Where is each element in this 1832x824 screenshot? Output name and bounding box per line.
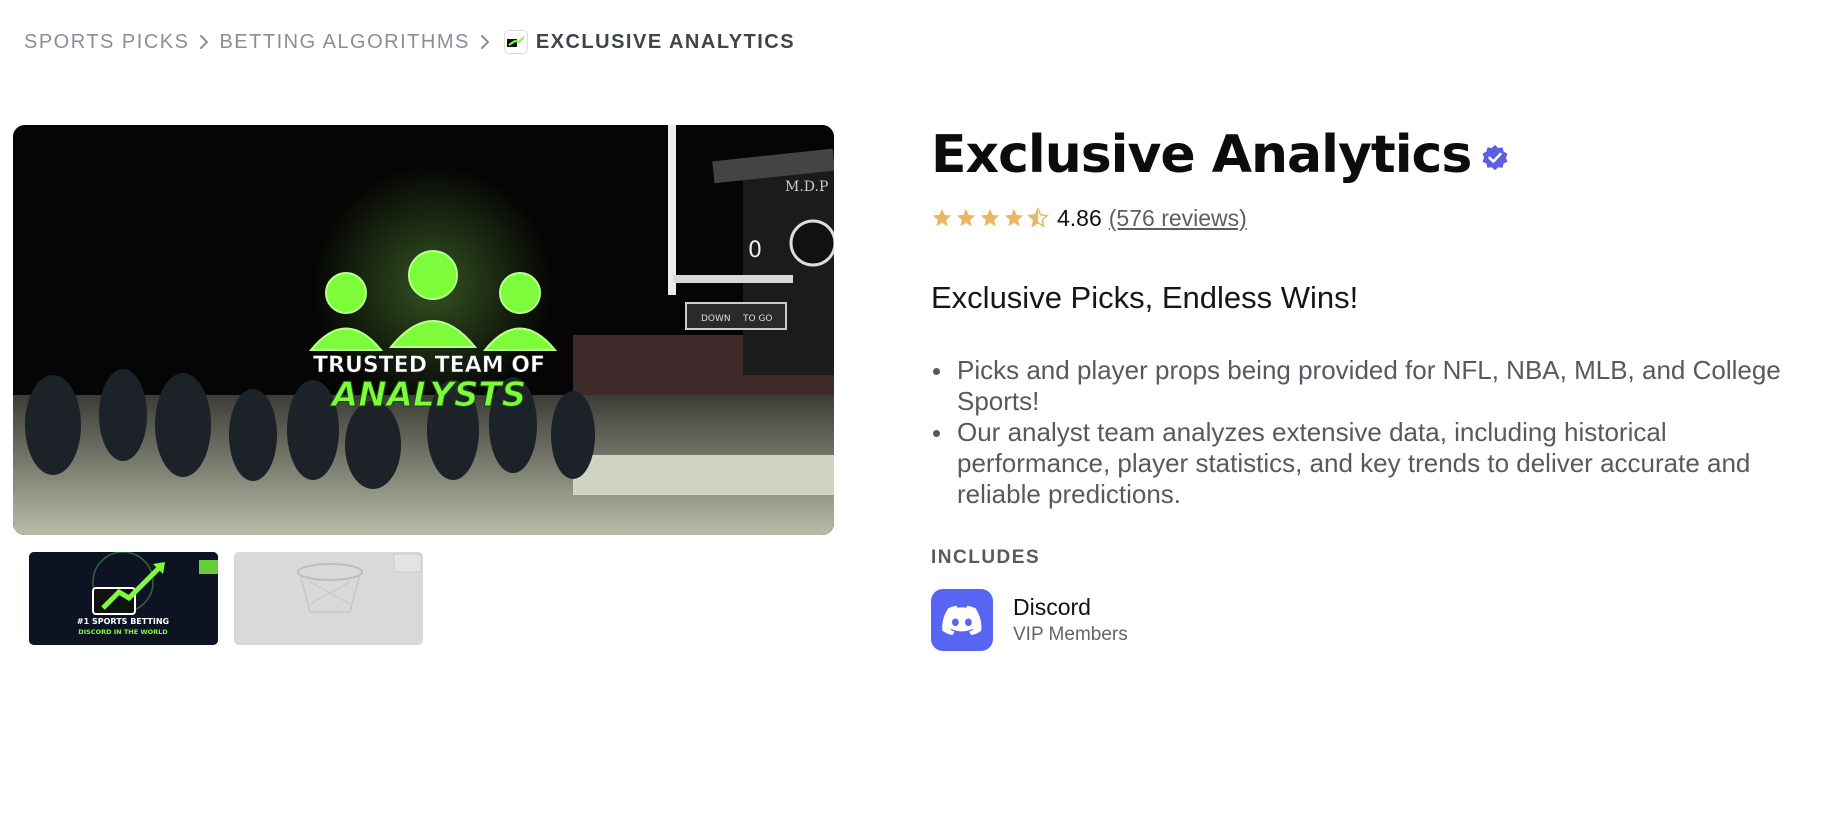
breadcrumb-betting-algorithms[interactable]: BETTING ALGORITHMS — [219, 31, 469, 54]
thumbnail-2[interactable] — [234, 552, 423, 645]
chevron-right-icon — [189, 34, 219, 50]
include-name: Discord — [1013, 594, 1091, 620]
product-tagline: Exclusive Picks, Endless Wins! — [931, 280, 1359, 315]
hero-headline-2: ANALYSTS — [329, 375, 526, 415]
discord-icon — [931, 589, 993, 651]
include-text: Discord VIP Members — [1013, 594, 1128, 646]
feature-item: Our analyst team analyzes extensive data… — [931, 417, 1791, 510]
star-rating — [931, 207, 1049, 229]
chevron-right-icon — [470, 34, 500, 50]
breadcrumb-sports-picks[interactable]: SPORTS PICKS — [24, 31, 189, 54]
thumbnail-line-2: DISCORD IN THE WORLD — [78, 628, 168, 636]
hero-image: DOWN TO GO M.D.P 0 TRUSTED TEAM OF ANALY… — [13, 125, 834, 535]
scoreboard-down: DOWN — [701, 314, 731, 324]
thumbnail-basketball-image — [234, 552, 423, 645]
star-icon — [980, 208, 1000, 227]
thumbnail-line-1: #1 SPORTS BETTING — [77, 617, 169, 626]
star-icon — [1004, 208, 1024, 227]
star-icon — [932, 208, 952, 227]
product-title: Exclusive Analytics — [931, 125, 1472, 185]
scoreboard-zero: 0 — [748, 238, 762, 263]
thumbnail-strip: #1 SPORTS BETTING DISCORD IN THE WORLD — [29, 552, 423, 645]
breadcrumb-current: EXCLUSIVE ANALYTICS — [535, 30, 796, 53]
rating-score: 4.86 — [1057, 204, 1102, 231]
include-subtitle: VIP Members — [1013, 624, 1128, 645]
breadcrumb: SPORTS PICKS BETTING ALGORITHMS EXCLUSIV… — [24, 28, 795, 56]
scoreboard-title: M.D.P — [785, 179, 828, 195]
star-icon — [956, 208, 976, 227]
title-row: Exclusive Analytics — [931, 122, 1791, 188]
reviews-link[interactable]: (576 reviews) — [1109, 205, 1247, 232]
scoreboard-togo: TO GO — [742, 314, 773, 324]
feature-list: Picks and player props being provided fo… — [931, 355, 1791, 510]
product-logo-icon — [503, 30, 528, 54]
product-info: Exclusive Analytics 4.86 (576 reviews) E… — [931, 122, 1791, 651]
thumbnail-1[interactable]: #1 SPORTS BETTING DISCORD IN THE WORLD — [29, 552, 218, 645]
hero-media[interactable]: DOWN TO GO M.D.P 0 TRUSTED TEAM OF ANALY… — [13, 125, 834, 535]
verified-badge-icon — [1481, 144, 1509, 172]
half-star-icon — [1027, 207, 1049, 228]
include-item-discord: Discord VIP Members — [931, 589, 1791, 651]
thumbnail-logo-image: #1 SPORTS BETTING DISCORD IN THE WORLD — [29, 552, 218, 645]
includes-label: INCLUDES — [931, 547, 1041, 568]
feature-item: Picks and player props being provided fo… — [931, 355, 1791, 417]
rating-row: 4.86 (576 reviews) — [931, 204, 1791, 232]
